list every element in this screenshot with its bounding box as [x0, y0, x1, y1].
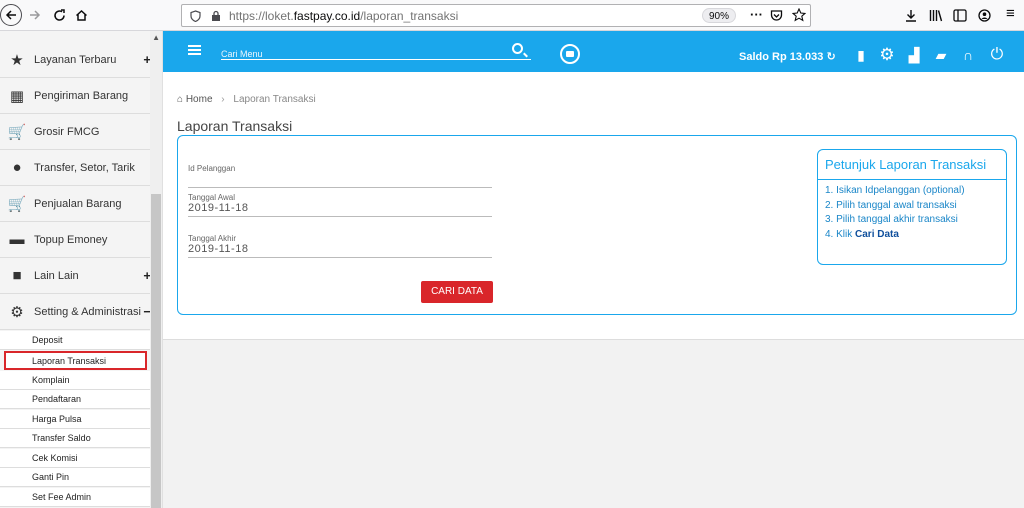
- scrollbar-thumb[interactable]: [151, 194, 161, 508]
- signal-icon[interactable]: ▟: [906, 47, 922, 63]
- sidebar-subitem-cek-komisi[interactable]: Cek Komisi: [0, 449, 151, 468]
- zoom-level[interactable]: 90%: [702, 8, 736, 23]
- bookmark-star-icon[interactable]: [792, 8, 806, 22]
- tanggal-akhir-input[interactable]: 2019-11-18: [188, 243, 492, 257]
- breadcrumb: ⌂ Home › Laporan Transaksi: [177, 94, 316, 105]
- scroll-up-icon[interactable]: ▲: [152, 33, 160, 42]
- sidebar-subitem-set-fee-admin[interactable]: Set Fee Admin: [0, 488, 151, 507]
- sidebar-item-lain-lain[interactable]: ■ Lain Lain +: [0, 258, 151, 294]
- headset-icon[interactable]: ∩: [960, 47, 976, 63]
- sidebar-subitem-transfer-saldo[interactable]: Transfer Saldo: [0, 429, 151, 448]
- empty-content-area: [163, 340, 1024, 508]
- hamburger-menu-icon[interactable]: [188, 45, 201, 55]
- help-step: 4. Klik Cari Data: [825, 228, 899, 240]
- download-icon[interactable]: [905, 9, 917, 22]
- breadcrumb-home[interactable]: Home: [186, 94, 213, 105]
- sidebar-item-transfer[interactable]: ● Transfer, Setor, Tarik: [0, 150, 151, 186]
- home-button[interactable]: [70, 4, 92, 26]
- id-pelanggan-input[interactable]: [188, 173, 492, 187]
- help-step: 2. Pilih tanggal awal transaksi: [825, 199, 957, 211]
- arrow-left-icon: [5, 10, 16, 20]
- cart-plus-icon: 🛒: [7, 195, 27, 213]
- sidebar-item-pengiriman-barang[interactable]: ▦ Pengiriman Barang: [0, 78, 151, 114]
- help-steps: 1. Isikan Idpelanggan (optional) 2. Pili…: [818, 180, 1006, 243]
- tanggal-awal-field[interactable]: Tanggal Awal 2019-11-18: [188, 193, 492, 217]
- gear-icon: ⚙: [10, 303, 24, 321]
- sidebar-subitem-pendaftaran[interactable]: Pendaftaran: [0, 390, 151, 409]
- star-icon: ★: [10, 51, 24, 69]
- coins-icon: ●: [12, 159, 22, 176]
- library-icon[interactable]: [929, 9, 943, 22]
- pocket-icon[interactable]: [770, 9, 783, 22]
- id-pelanggan-field[interactable]: Id Pelanggan: [188, 164, 492, 188]
- id-pelanggan-label: Id Pelanggan: [188, 164, 236, 173]
- sidebar-item-setting-administrasi[interactable]: ⚙ Setting & Administrasi −: [0, 294, 151, 330]
- back-button[interactable]: [0, 4, 22, 26]
- sidebar-item-penjualan-barang[interactable]: 🛒 Penjualan Barang: [0, 186, 151, 222]
- sidebar: ★ Layanan Terbaru + ▦ Pengiriman Barang …: [0, 31, 163, 508]
- home-icon: [75, 9, 87, 21]
- arrow-right-icon: [30, 10, 41, 20]
- tanggal-awal-input[interactable]: 2019-11-18: [188, 202, 492, 216]
- help-step: 1. Isikan Idpelanggan (optional): [825, 185, 965, 196]
- url-text: https://loket.fastpay.co.id/laporan_tran…: [229, 9, 459, 23]
- form-card: Id Pelanggan Tanggal Awal 2019-11-18 Tan…: [177, 135, 1017, 315]
- sidebar-subitem-harga-pulsa[interactable]: Harga Pulsa: [0, 410, 151, 429]
- app-topbar: Cari Menu Saldo Rp 13.033 ↻ ▮ ⚙ ▟ ▰ ∩ ⏻: [163, 31, 1024, 72]
- saldo-balance: Saldo Rp 13.033 ↻: [739, 51, 836, 63]
- sidebar-subitem-deposit[interactable]: Deposit: [0, 331, 151, 350]
- print-icon[interactable]: [560, 44, 580, 64]
- sidebar-item-layanan-terbaru[interactable]: ★ Layanan Terbaru +: [0, 42, 151, 78]
- search-icon[interactable]: [512, 43, 523, 54]
- page-title: Laporan Transaksi: [177, 118, 293, 134]
- url-bar[interactable]: https://loket.fastpay.co.id/laporan_tran…: [181, 4, 811, 27]
- search-input[interactable]: Cari Menu: [221, 49, 263, 59]
- sidebar-subitem-laporan-transaksi[interactable]: Laporan Transaksi: [4, 351, 147, 370]
- sidebar-subitem-komplain[interactable]: Komplain: [0, 371, 151, 390]
- notes-icon[interactable]: ▮: [853, 47, 869, 63]
- sidebar-item-topup-emoney[interactable]: ▬ Topup Emoney: [0, 222, 151, 258]
- card-icon: ▬: [9, 231, 25, 248]
- help-panel: Petunjuk Laporan Transaksi 1. Isikan Idp…: [817, 149, 1007, 265]
- shield-icon: [190, 10, 201, 22]
- breadcrumb-current: Laporan Transaksi: [233, 94, 316, 105]
- main-content: ⌂ Home › Laporan Transaksi Laporan Trans…: [163, 72, 1024, 340]
- grid-icon: ■: [12, 267, 22, 284]
- power-icon[interactable]: ⏻: [989, 47, 1005, 63]
- chevron-right-icon: ›: [221, 94, 225, 105]
- home-icon[interactable]: ⌂: [177, 94, 183, 105]
- tanggal-akhir-label: Tanggal Akhir: [188, 234, 237, 243]
- browser-toolbar: https://loket.fastpay.co.id/laporan_tran…: [0, 0, 1024, 31]
- search-underline: [221, 59, 531, 60]
- tanggal-akhir-field[interactable]: Tanggal Akhir 2019-11-18: [188, 234, 492, 258]
- package-icon: ▦: [9, 87, 25, 105]
- forward-button[interactable]: [24, 4, 46, 26]
- lock-icon: [212, 10, 220, 21]
- sidebar-subitem-ganti-pin[interactable]: Ganti Pin: [0, 468, 151, 487]
- reload-button[interactable]: [48, 4, 70, 26]
- help-title: Petunjuk Laporan Transaksi: [818, 150, 1006, 180]
- help-step: 3. Pilih tanggal akhir transaksi: [825, 214, 958, 225]
- cari-data-button[interactable]: CARI DATA: [421, 281, 493, 303]
- sidebar-scrollbar[interactable]: ▲: [150, 31, 162, 508]
- sidebar-item-grosir-fmcg[interactable]: 🛒 Grosir FMCG: [0, 114, 151, 150]
- account-icon[interactable]: [978, 9, 991, 22]
- wallet-icon[interactable]: ▰: [933, 47, 949, 63]
- settings-icon[interactable]: ⚙: [879, 46, 895, 63]
- cart-icon: 🛒: [7, 123, 27, 141]
- menu-icon[interactable]: ≡: [1006, 5, 1015, 22]
- sidebar-toggle-icon[interactable]: [953, 9, 967, 22]
- tanggal-awal-label: Tanggal Awal: [188, 193, 235, 202]
- reload-icon: [53, 8, 65, 21]
- more-icon[interactable]: ···: [750, 7, 763, 22]
- refresh-icon[interactable]: ↻: [826, 51, 835, 63]
